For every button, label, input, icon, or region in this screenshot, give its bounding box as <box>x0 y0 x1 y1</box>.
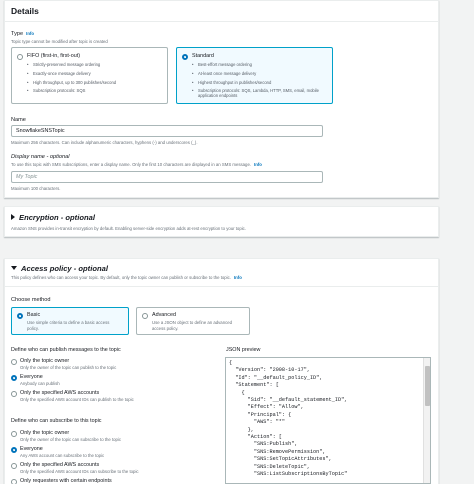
code-line: "Statement": [ <box>229 382 279 389</box>
details-panel: Details Type Info Topic type cannot be mo… <box>4 0 439 198</box>
advanced-radio[interactable] <box>142 313 148 319</box>
name-label: Name <box>11 117 26 123</box>
fifo-title: FIFO (first-in, first-out) <box>27 53 81 59</box>
caret-right-icon <box>11 214 15 220</box>
display-info-link[interactable]: Info <box>254 162 262 167</box>
list-item: Highest throughput in publishes/second <box>192 80 330 86</box>
name-input[interactable]: SnowflakeSNSTopic <box>11 125 323 137</box>
publish-specified-title[interactable]: Only the specified AWS accounts <box>20 390 99 396</box>
code-line: "AWS": "*" <box>229 419 286 426</box>
subscribe-owner-desc: Only the owner of the topic can subscrib… <box>20 437 122 442</box>
code-line: "SNS:ListSubscriptionsByTopic" <box>229 471 348 478</box>
subscribe-owner-title[interactable]: Only the topic owner <box>20 430 69 436</box>
json-scrollbar[interactable] <box>423 358 430 483</box>
fifo-bullets: Strictly-preserved message ordering Exac… <box>27 62 167 98</box>
subscribe-endpoints-radio[interactable] <box>11 479 17 484</box>
list-item: Subscription protocols: SQS, Lambda, HTT… <box>192 88 330 98</box>
subscribe-everyone-desc: Any AWS account can subscribe to the top… <box>20 453 105 458</box>
basic-description: Use simple criteria to define a basic ac… <box>27 320 110 331</box>
access-policy-description: This policy defines who can access your … <box>11 275 242 280</box>
standard-title: Standard <box>192 53 214 59</box>
basic-radio[interactable] <box>17 313 23 319</box>
list-item: At-least once message delivery <box>192 71 330 77</box>
advanced-title: Advanced <box>152 312 176 318</box>
json-preview-code: { "Version": "2008-10-17", "Id": "__defa… <box>229 360 347 479</box>
subscribe-specified-desc: Only the specified AWS account IDs can s… <box>20 469 139 474</box>
type-label: Type Info <box>11 31 35 37</box>
publish-owner-desc: Only the owner of the topic can publish … <box>20 365 117 370</box>
standard-type-card[interactable]: Standard Best-effort message ordering At… <box>176 47 333 104</box>
publish-owner-title[interactable]: Only the topic owner <box>20 358 69 364</box>
advanced-method-card[interactable]: Advanced Use a JSON object to define an … <box>136 307 250 335</box>
code-line: "Id": "__default_policy_ID", <box>229 374 323 381</box>
display-name-input[interactable]: My Topic <box>11 171 323 183</box>
code-line: { <box>229 360 233 366</box>
code-line: "Sid": "__default_statement_ID", <box>229 397 348 404</box>
standard-radio[interactable] <box>182 54 188 60</box>
publish-everyone-radio[interactable] <box>11 375 17 381</box>
list-item: Exactly-once message delivery <box>27 71 167 77</box>
type-description: Topic type cannot be modified after topi… <box>11 39 108 44</box>
advanced-description: Use a JSON object to define an advanced … <box>152 320 233 331</box>
list-item: High throughput, up to 300 publishes/sec… <box>27 80 167 86</box>
access-policy-heading: Access policy - optional <box>21 264 108 273</box>
code-line: "Version": "2008-10-17", <box>229 367 310 374</box>
divider <box>5 21 438 22</box>
subscribe-label: Define who can subscribe to this topic <box>11 418 102 424</box>
subscribe-specified-radio[interactable] <box>11 463 17 469</box>
code-line: { <box>229 389 245 396</box>
code-line: "Effect": "Allow", <box>229 404 304 411</box>
choose-method-label: Choose method <box>11 297 51 303</box>
list-item: Subscription protocols: SQS <box>27 89 167 94</box>
details-heading: Details <box>11 6 39 16</box>
encryption-header[interactable]: Encryption - optional <box>11 213 95 222</box>
page-gutter <box>442 0 474 484</box>
display-name-label: Display name - optional <box>11 154 70 160</box>
subscribe-everyone-title[interactable]: Everyone <box>20 446 43 452</box>
publish-owner-radio[interactable] <box>11 359 17 365</box>
access-policy-header[interactable]: Access policy - optional <box>11 264 108 273</box>
code-line: "Action": [ <box>229 434 282 441</box>
code-line: "SNS:SetTopicAttributes", <box>229 456 332 463</box>
display-name-description: To use this topic with SMS subscriptions… <box>11 162 262 167</box>
publish-label: Define who can publish messages to the t… <box>11 347 121 353</box>
encryption-heading: Encryption - optional <box>19 213 95 222</box>
list-item: Strictly-preserved message ordering <box>27 62 167 68</box>
standard-bullets: Best-effort message ordering At-least on… <box>192 62 330 99</box>
encryption-panel[interactable]: Encryption - optional Amazon SNS provide… <box>4 206 439 237</box>
fifo-radio[interactable] <box>17 54 23 60</box>
access-info-link[interactable]: Info <box>234 275 242 280</box>
scrollbar-thumb[interactable] <box>425 366 430 406</box>
subscribe-specified-title[interactable]: Only the specified AWS accounts <box>20 462 99 468</box>
code-line: "SNS:Publish", <box>229 441 298 448</box>
code-line: "SNS:RemovePermission", <box>229 448 326 455</box>
json-preview-label: JSON preview <box>226 347 261 353</box>
name-hint: Maximum 256 characters. Can include alph… <box>11 140 198 145</box>
basic-method-card[interactable]: Basic Use simple criteria to define a ba… <box>11 307 129 335</box>
publish-specified-desc: Only the specified AWS account IDs can p… <box>20 397 134 402</box>
code-line: }, <box>229 426 254 433</box>
code-line: "Principal": { <box>229 411 292 418</box>
publish-everyone-desc: Anybody can publish <box>20 381 60 386</box>
divider <box>5 286 438 287</box>
json-preview-editor[interactable]: { "Version": "2008-10-17", "Id": "__defa… <box>225 357 431 484</box>
caret-down-icon <box>11 266 17 270</box>
fifo-type-card[interactable]: FIFO (first-in, first-out) Strictly-pres… <box>11 47 168 104</box>
display-name-hint: Maximum 100 characters. <box>11 186 61 191</box>
list-item: Best-effort message ordering <box>192 62 330 68</box>
subscribe-endpoints-title[interactable]: Only requesters with certain endpoints <box>20 478 112 484</box>
code-line: "SNS:DeleteTopic", <box>229 463 310 470</box>
subscribe-everyone-radio[interactable] <box>11 447 17 453</box>
type-info-link[interactable]: Info <box>26 31 34 36</box>
publish-specified-radio[interactable] <box>11 391 17 397</box>
basic-title: Basic <box>27 312 41 318</box>
subscribe-owner-radio[interactable] <box>11 431 17 437</box>
publish-everyone-title[interactable]: Everyone <box>20 374 43 380</box>
encryption-description: Amazon SNS provides in-transit encryptio… <box>11 226 247 231</box>
